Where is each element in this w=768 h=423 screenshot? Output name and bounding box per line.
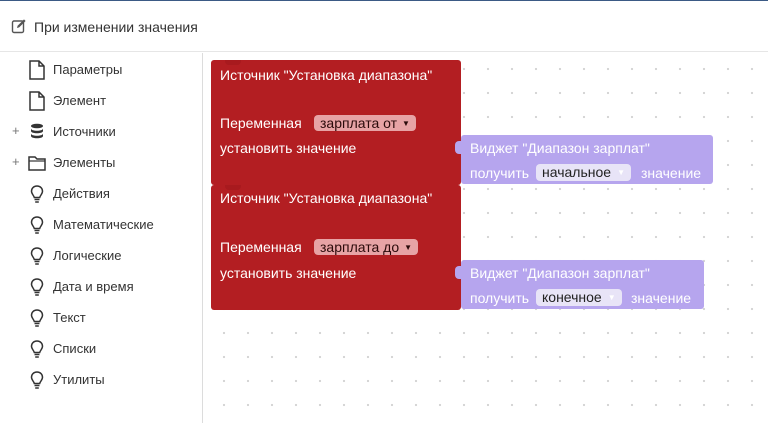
- database-icon: [31, 123, 43, 139]
- expand-icon[interactable]: +: [12, 154, 20, 169]
- sidebar-item-label: Дата и время: [53, 279, 134, 294]
- folder-icon: [28, 156, 46, 171]
- block-connector: [455, 141, 463, 154]
- value-suffix: значение: [631, 290, 692, 306]
- source-title: Источник "Установка диапазона": [220, 67, 433, 83]
- variable-dropdown[interactable]: зарплата от ▼: [314, 115, 416, 131]
- get-label: получить: [470, 290, 530, 306]
- widget-value: начальное: [542, 164, 612, 180]
- sidebar-item-math[interactable]: Математические: [0, 213, 200, 237]
- variable-value: зарплата до: [320, 239, 400, 255]
- sidebar-item-lists[interactable]: Списки: [0, 337, 200, 361]
- widget-value-dropdown[interactable]: конечное ▼: [536, 289, 622, 306]
- widget-get-block[interactable]: Виджет "Диапазон зарплат" получить начал…: [455, 135, 713, 184]
- sidebar-item-label: Текст: [53, 310, 86, 325]
- sidebar-item-label: Элементы: [53, 155, 116, 170]
- block-notch: [225, 60, 241, 65]
- set-value-label: установить значение: [220, 140, 357, 156]
- lightbulb-icon: [30, 278, 44, 296]
- variable-label: Переменная: [220, 115, 302, 131]
- dropdown-arrow-icon: ▼: [404, 243, 413, 252]
- sidebar-item-label: Математические: [53, 217, 154, 232]
- widget-value-dropdown[interactable]: начальное ▼: [536, 164, 631, 181]
- dropdown-arrow-icon: ▼: [607, 293, 616, 302]
- source-set-block[interactable]: Источник "Установка диапазона" Переменна…: [211, 60, 461, 185]
- variable-value: зарплата от: [320, 115, 398, 131]
- widget-title: Виджет "Диапазон зарплат": [470, 265, 650, 281]
- source-set-block[interactable]: Источник "Установка диапазона" Переменна…: [211, 185, 461, 310]
- sidebar-item-label: Действия: [53, 186, 110, 201]
- sidebar-item-logic[interactable]: Логические: [0, 244, 200, 268]
- edit-icon: [11, 19, 26, 34]
- sidebar-item-label: Утилиты: [53, 372, 105, 387]
- sidebar-item-label: Элемент: [53, 93, 107, 108]
- expand-icon[interactable]: +: [12, 123, 20, 138]
- lightbulb-icon: [30, 340, 44, 358]
- lightbulb-icon: [30, 216, 44, 234]
- toolbox-sidebar: Параметры Элемент + Источники + Элементы…: [0, 53, 203, 423]
- widget-get-block[interactable]: Виджет "Диапазон зарплат" получить конеч…: [455, 260, 704, 309]
- variable-dropdown[interactable]: зарплата до ▼: [314, 239, 419, 255]
- lightbulb-icon: [30, 371, 44, 389]
- sidebar-item-datetime[interactable]: Дата и время: [0, 275, 200, 299]
- sidebar-item-actions[interactable]: Действия: [0, 182, 200, 206]
- sidebar-item-parameters[interactable]: Параметры: [0, 58, 200, 82]
- sidebar-item-label: Списки: [53, 341, 97, 356]
- file-icon: [29, 91, 45, 111]
- file-icon: [29, 60, 45, 80]
- source-title: Источник "Установка диапазона": [220, 190, 433, 206]
- editor-header: При изменении значения: [0, 0, 768, 52]
- widget-value: конечное: [542, 289, 602, 305]
- variable-label: Переменная: [220, 239, 302, 255]
- block-connector: [455, 266, 463, 279]
- lightbulb-icon: [30, 247, 44, 265]
- lightbulb-icon: [30, 185, 44, 203]
- sidebar-item-sources[interactable]: + Источники: [0, 120, 200, 144]
- dropdown-arrow-icon: ▼: [402, 119, 410, 128]
- dropdown-arrow-icon: ▼: [617, 168, 625, 177]
- value-suffix: значение: [641, 165, 702, 181]
- sidebar-item-text[interactable]: Текст: [0, 306, 200, 330]
- sidebar-item-elements[interactable]: + Элементы: [0, 151, 200, 175]
- sidebar-item-utilities[interactable]: Утилиты: [0, 368, 200, 392]
- blocks-workspace[interactable]: Источник "Установка диапазона" Переменна…: [204, 53, 768, 423]
- get-label: получить: [470, 165, 530, 181]
- set-value-label: установить значение: [220, 265, 357, 281]
- sidebar-item-element[interactable]: Элемент: [0, 89, 200, 113]
- sidebar-item-label: Логические: [53, 248, 122, 263]
- page-title: При изменении значения: [34, 19, 198, 35]
- lightbulb-icon: [30, 309, 44, 327]
- widget-title: Виджет "Диапазон зарплат": [470, 140, 650, 156]
- sidebar-item-label: Источники: [53, 124, 116, 139]
- sidebar-item-label: Параметры: [53, 62, 123, 77]
